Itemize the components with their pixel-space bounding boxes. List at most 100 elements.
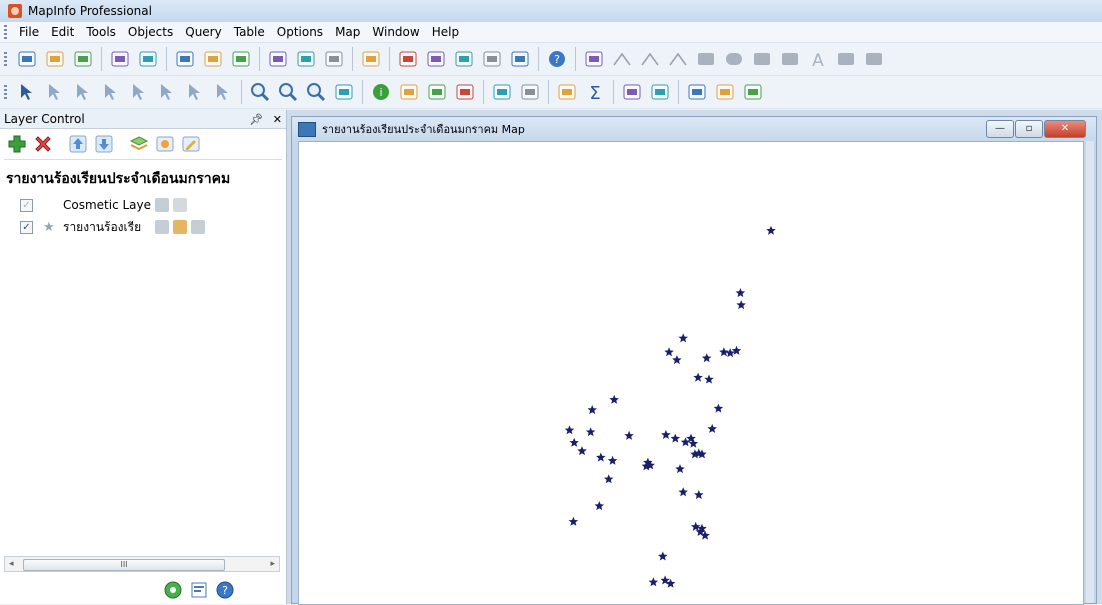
menu-query[interactable]: Query [179, 22, 227, 42]
label-options-button[interactable] [179, 132, 203, 156]
map-window-button[interactable] [423, 46, 449, 72]
pin-icon[interactable]: 📌︎ [249, 113, 263, 126]
frame-button[interactable] [833, 46, 859, 72]
menu-window[interactable]: Window [366, 22, 425, 42]
layer-properties-button[interactable] [127, 132, 151, 156]
layer-help-button[interactable]: ? [213, 578, 237, 602]
zoom-out-button[interactable] [275, 79, 301, 105]
map-point-star[interactable] [736, 300, 746, 310]
layer-visibility-checkbox[interactable]: ✓ [20, 198, 33, 212]
polyline-button[interactable] [637, 46, 663, 72]
menu-map[interactable]: Map [329, 22, 366, 42]
sum-button[interactable]: Σ [582, 79, 608, 105]
marquee-select-button[interactable] [42, 79, 68, 105]
map-layer[interactable] [299, 142, 1083, 604]
polygon-select-button[interactable] [98, 79, 124, 105]
ruler-button[interactable] [517, 79, 543, 105]
label-button[interactable] [396, 79, 422, 105]
map-point-star[interactable] [690, 521, 701, 531]
scroll-left-icon[interactable]: ◂ [9, 559, 14, 569]
map-point-star[interactable] [658, 551, 668, 561]
graph-button[interactable] [451, 46, 477, 72]
menu-table[interactable]: Table [228, 22, 271, 42]
selectable-icon[interactable] [191, 220, 205, 234]
change-view-button[interactable] [303, 79, 329, 105]
layer-visibility-checkbox[interactable]: ✓ [20, 220, 33, 234]
map-point-star[interactable] [672, 355, 682, 365]
reshape-button[interactable] [861, 46, 887, 72]
map-point-star[interactable] [678, 333, 688, 343]
vertical-scrollbar[interactable] [1086, 141, 1094, 603]
horizontal-scrollbar[interactable]: ◂ III ▸ [4, 556, 280, 572]
map-point-star[interactable] [713, 403, 724, 413]
scroll-thumb[interactable]: III [23, 559, 225, 571]
arc-button[interactable] [665, 46, 691, 72]
minimize-button[interactable]: — [986, 120, 1014, 138]
map-canvas[interactable] [298, 141, 1084, 605]
map-point-star[interactable] [624, 430, 634, 440]
map-point-star[interactable] [594, 501, 605, 511]
open-workspace-button[interactable] [70, 46, 96, 72]
menubar-grip-icon[interactable] [4, 25, 7, 39]
autolabel-icon[interactable] [173, 220, 187, 234]
menu-edit[interactable]: Edit [45, 22, 80, 42]
open-folder-button[interactable] [172, 46, 198, 72]
map-point-star[interactable] [609, 394, 619, 404]
menu-help[interactable]: Help [426, 22, 465, 42]
layer-row[interactable]: ✓ ★ รายงานร้องเรีย [0, 216, 286, 238]
text-button[interactable]: A [805, 46, 831, 72]
boundary-select-button[interactable] [126, 79, 152, 105]
map-point-star[interactable] [564, 425, 575, 435]
invert-select-button[interactable] [154, 79, 180, 105]
map-point-star[interactable] [568, 516, 579, 526]
map-point-star[interactable] [766, 225, 776, 235]
unselect-button[interactable] [210, 79, 236, 105]
help-button[interactable]: ? [544, 46, 570, 72]
cut-button[interactable] [265, 46, 291, 72]
copy-button[interactable] [293, 46, 319, 72]
map-point-star[interactable] [664, 347, 674, 357]
layer-control-button[interactable] [452, 79, 478, 105]
map-point-star[interactable] [707, 423, 717, 433]
remove-layer-button[interactable] [31, 132, 55, 156]
new-button[interactable] [14, 46, 40, 72]
paste-button[interactable] [321, 46, 347, 72]
browser-button[interactable] [395, 46, 421, 72]
menu-objects[interactable]: Objects [122, 22, 179, 42]
set-target-button[interactable] [684, 79, 710, 105]
menu-tools[interactable]: Tools [80, 22, 122, 42]
zoom-in-button[interactable] [247, 79, 273, 105]
split-button[interactable] [712, 79, 738, 105]
menu-options[interactable]: Options [271, 22, 329, 42]
display-options-button[interactable] [153, 132, 177, 156]
layer-row[interactable]: ✓ Cosmetic Laye [0, 194, 286, 216]
map-point-star[interactable] [577, 446, 587, 456]
map-point-star[interactable] [731, 345, 742, 355]
toolbar-grip-icon[interactable] [4, 85, 7, 99]
ellipse-button[interactable] [721, 46, 747, 72]
info-button[interactable]: i [368, 79, 394, 105]
print-preview-button[interactable] [200, 46, 226, 72]
menu-file[interactable]: File [13, 22, 45, 42]
grabber-button[interactable] [331, 79, 357, 105]
layout-button[interactable] [479, 46, 505, 72]
map-point-star[interactable] [670, 433, 681, 443]
map-point-star[interactable] [587, 405, 598, 414]
scroll-right-icon[interactable]: ▸ [270, 559, 275, 569]
move-layer-up-button[interactable] [66, 132, 90, 156]
move-layer-down-button[interactable] [92, 132, 116, 156]
restore-button[interactable]: ▫ [1015, 120, 1043, 138]
graph-select-button[interactable] [182, 79, 208, 105]
map-point-star[interactable] [569, 437, 579, 447]
polygon-button[interactable] [693, 46, 719, 72]
map-point-star[interactable] [701, 353, 712, 363]
symbol-button[interactable] [581, 46, 607, 72]
map-window-title-bar[interactable]: รายงานร้องเรียนประจำเดือนมกราคม Map — ▫ … [292, 117, 1096, 141]
rectangle-button[interactable] [749, 46, 775, 72]
layer-summary-button[interactable] [187, 578, 211, 602]
map-point-star[interactable] [735, 288, 746, 298]
toolbar-grip-icon[interactable] [4, 52, 7, 66]
map-point-star[interactable] [704, 374, 714, 384]
hotlink-button[interactable] [619, 79, 645, 105]
ok-button[interactable] [161, 578, 185, 602]
